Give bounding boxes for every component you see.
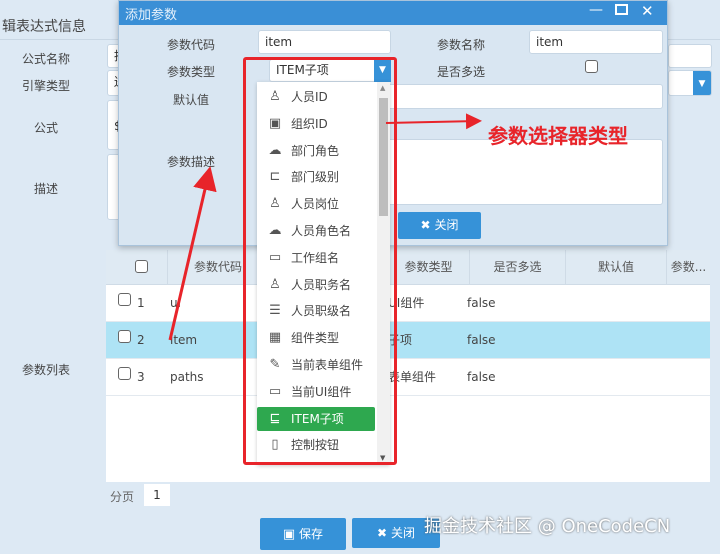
arrow-to-label (385, 113, 482, 130)
annotation-arrows (168, 113, 482, 341)
annotation-label: 参数选择器类型 (488, 124, 628, 148)
arrow-to-desc (168, 166, 217, 341)
